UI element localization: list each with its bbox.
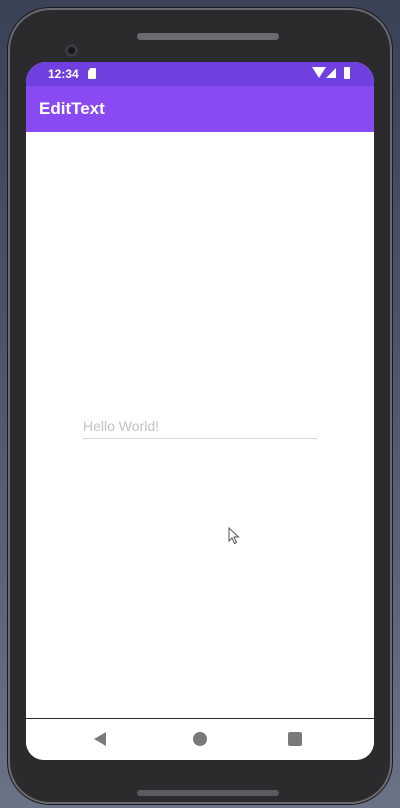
navigation-bar <box>26 718 374 760</box>
home-icon[interactable] <box>193 732 207 746</box>
device-screen: 12:34 EditText Hello World! <box>26 62 374 760</box>
edit-text-hint: Hello World! <box>83 418 159 434</box>
signal-icon <box>326 68 336 78</box>
status-bar: 12:34 <box>26 62 374 86</box>
back-icon[interactable] <box>94 732 106 746</box>
earpiece <box>137 33 279 40</box>
wifi-icon <box>312 67 326 78</box>
mouse-pointer-icon <box>228 527 240 545</box>
battery-icon <box>344 67 350 79</box>
status-time: 12:34 <box>48 67 79 81</box>
sd-card-icon <box>88 68 96 79</box>
bottom-speaker <box>137 790 279 796</box>
front-camera <box>65 44 78 57</box>
edit-text-field[interactable]: Hello World! <box>83 416 317 439</box>
app-title: EditText <box>39 99 105 118</box>
recents-icon[interactable] <box>288 732 302 746</box>
app-bar: EditText <box>26 86 374 132</box>
